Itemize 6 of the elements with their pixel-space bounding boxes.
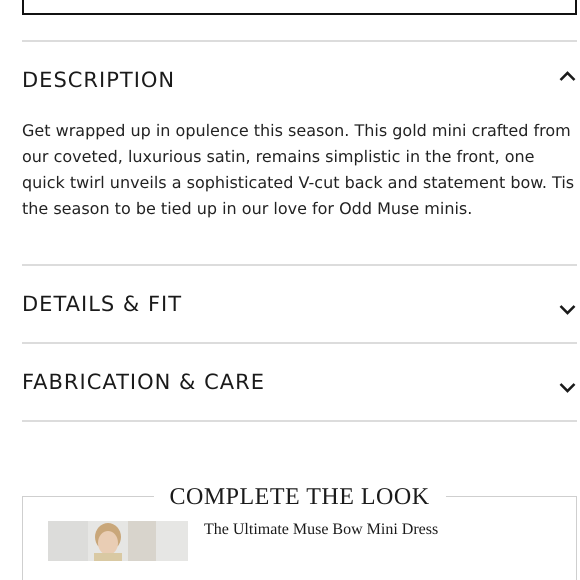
accordion-header[interactable]: DETAILS & FIT bbox=[22, 266, 577, 342]
product-name[interactable]: The Ultimate Muse Bow Mini Dress bbox=[204, 521, 438, 561]
accordion-header[interactable]: DESCRIPTION bbox=[22, 42, 577, 118]
accordion-header[interactable]: FABRICATION & CARE bbox=[22, 344, 577, 420]
description-text: Get wrapped up in opulence this season. This gold mini crafted from our coveted, luxurious satin, remains simplistic in the front, one quick twirl unveils a sophisticated V-cut back and statement bow. Tis the season to be tied up in our love for Odd Muse minis. bbox=[22, 120, 576, 220]
option-box[interactable] bbox=[22, 0, 577, 15]
